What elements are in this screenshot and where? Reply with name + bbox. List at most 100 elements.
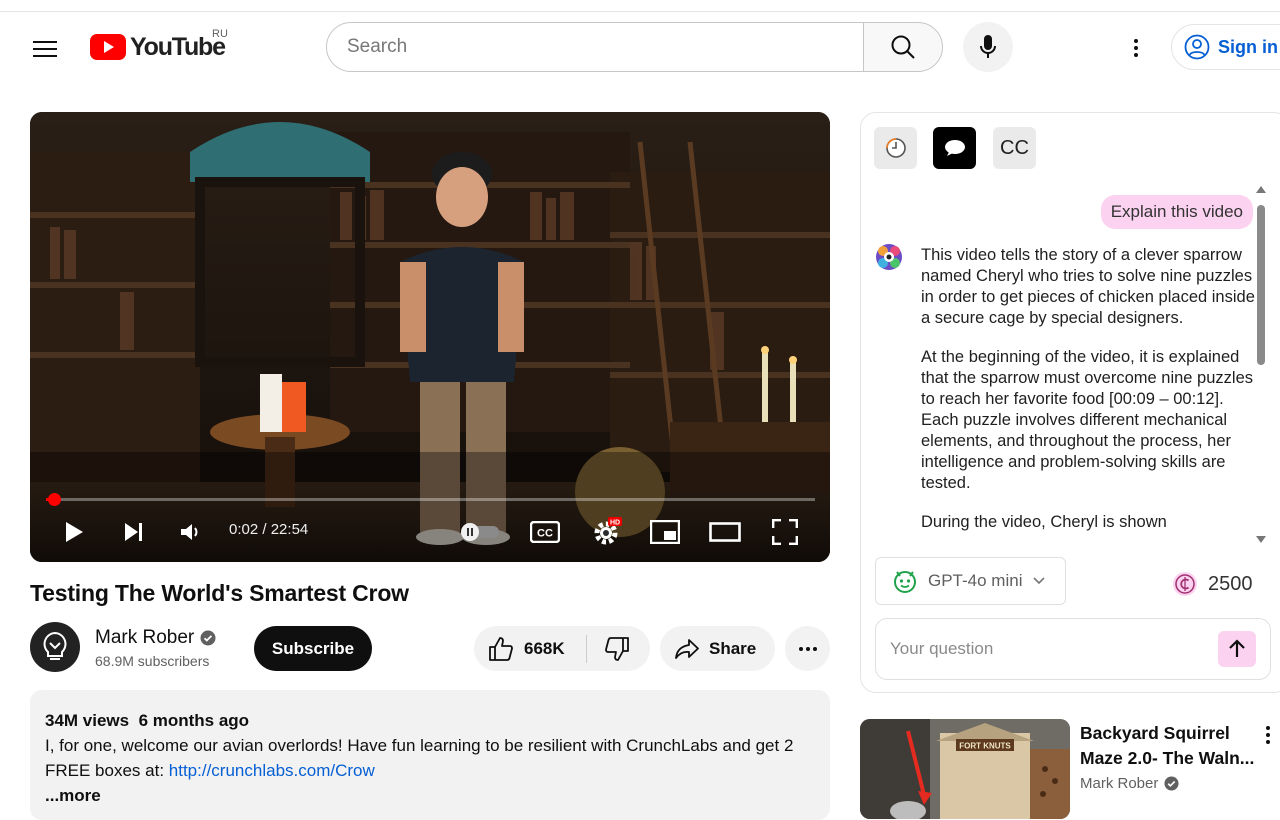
hamburger-line: [33, 55, 57, 57]
more-dot: [798, 646, 803, 651]
model-selector[interactable]: GPT-4o mini: [875, 557, 1066, 605]
channel-name-text: Mark Rober: [95, 627, 195, 648]
video-title: Testing The World's Smartest Crow: [30, 580, 409, 606]
captions-label: CC: [537, 528, 553, 540]
thumbs-up-icon: [489, 636, 513, 661]
kebab-dot: [1134, 46, 1138, 50]
tab-chat[interactable]: [933, 127, 976, 169]
search-box[interactable]: [326, 22, 864, 72]
hd-badge: HD: [610, 520, 620, 527]
arrow-up-icon: [1229, 639, 1245, 657]
like-count: 668K: [524, 638, 565, 658]
time-separator: /: [262, 521, 267, 538]
scroll-up-arrow: [1256, 186, 1266, 193]
verified-icon: [1164, 776, 1179, 791]
model-name: GPT-4o mini: [928, 571, 1023, 590]
channel-name[interactable]: Mark Rober: [95, 627, 216, 649]
question-input[interactable]: [890, 639, 1190, 659]
miniplayer-button[interactable]: [648, 516, 682, 548]
hamburger-line: [33, 41, 57, 43]
mute-button[interactable]: [174, 516, 206, 548]
top-border: [0, 0, 1280, 12]
channel-avatar[interactable]: [30, 622, 80, 672]
assistant-logo-icon: [876, 244, 902, 270]
logo-wordmark: YouTube: [130, 32, 226, 61]
description-box[interactable]: 34M views 6 months ago I, for one, welco…: [30, 690, 830, 820]
progress-scrubber[interactable]: [48, 493, 61, 506]
play-button[interactable]: [58, 516, 90, 548]
assistant-response: This video tells the story of a clever s…: [921, 245, 1261, 545]
thumbnail-sign-text: FORT KNUTS: [959, 742, 1011, 751]
response-paragraph: This video tells the story of a clever s…: [921, 246, 1255, 327]
kebab-dot: [1134, 39, 1138, 43]
theater-mode-button[interactable]: [708, 516, 742, 548]
response-paragraph: During the video, Cheryl is shown: [921, 513, 1167, 531]
view-count: 34M views: [45, 711, 130, 730]
current-time: 0:02: [229, 521, 259, 538]
recommended-title-line1[interactable]: Backyard Squirrel: [1080, 721, 1255, 746]
kebab-dot: [1266, 733, 1270, 737]
verified-icon: [200, 630, 216, 646]
expand-description[interactable]: ...more: [45, 783, 815, 808]
youtube-play-icon: [90, 34, 126, 60]
play-icon: [66, 522, 83, 542]
kebab-dot: [1266, 726, 1270, 730]
credits-value: 2500: [1208, 572, 1253, 595]
chat-scroll-thumb[interactable]: [1257, 205, 1265, 365]
time-display: 0:02 / 22:54: [229, 521, 308, 538]
search-input[interactable]: [347, 36, 863, 58]
voice-search-button[interactable]: [963, 22, 1013, 72]
recommended-channel-name: Mark Rober: [1080, 775, 1159, 792]
send-button[interactable]: [1218, 631, 1256, 667]
autoplay-toggle-icon: [461, 523, 499, 541]
clock-icon: [885, 138, 906, 158]
user-message: Explain this video: [1100, 195, 1253, 229]
scroll-down-arrow: [1256, 536, 1266, 543]
total-time: 22:54: [270, 521, 309, 538]
captions-icon: CC: [530, 521, 560, 543]
chevron-down-icon: [1033, 577, 1046, 585]
region-code: RU: [212, 28, 228, 40]
skip-next-icon: [125, 523, 142, 541]
volume-icon: [181, 524, 198, 540]
more-actions-button[interactable]: [785, 626, 830, 671]
settings-button[interactable]: HD: [590, 516, 624, 548]
recommended-channel[interactable]: Mark Rober: [1080, 775, 1179, 792]
autoplay-toggle[interactable]: [458, 516, 502, 548]
sign-in-button[interactable]: Sign in: [1171, 24, 1280, 70]
next-button[interactable]: [118, 516, 150, 548]
video-frame-image: [30, 112, 830, 562]
response-paragraph: At the beginning of the video, it is exp…: [921, 348, 1253, 492]
search-button[interactable]: [863, 22, 943, 72]
progress-bar[interactable]: [46, 493, 815, 506]
tab-captions[interactable]: CC: [993, 127, 1036, 169]
captions-button[interactable]: CC: [528, 516, 562, 548]
microphone-icon: [980, 35, 996, 58]
robot-face-icon: [894, 571, 916, 593]
youtube-logo[interactable]: YouTube: [90, 32, 226, 62]
dislike-button[interactable]: [587, 626, 647, 671]
share-button[interactable]: Share: [660, 626, 775, 671]
description-text: I, for one, welcome our avian overlords!…: [45, 733, 815, 783]
more-dot: [812, 646, 817, 651]
chat-bubble-icon: [944, 140, 965, 156]
sign-in-label: Sign in: [1218, 36, 1278, 57]
recommended-menu-button[interactable]: [1262, 722, 1274, 748]
hamburger-line: [33, 48, 57, 50]
subscriber-count: 68.9M subscribers: [95, 653, 210, 669]
tab-timestamps[interactable]: [874, 127, 917, 169]
upload-age: 6 months ago: [138, 711, 250, 730]
fullscreen-button[interactable]: [768, 516, 802, 548]
recommended-title-line2[interactable]: Maze 2.0- The Waln...: [1080, 746, 1255, 771]
share-icon: [675, 638, 699, 659]
video-player[interactable]: 0:02 / 22:54 CC HD: [30, 112, 830, 562]
description-link[interactable]: http://crunchlabs.com/Crow: [169, 761, 375, 780]
gear-icon: HD: [594, 517, 622, 545]
settings-menu-button[interactable]: [1122, 34, 1150, 62]
recommended-thumbnail[interactable]: FORT KNUTS: [860, 719, 1070, 819]
fullscreen-icon: [772, 519, 798, 545]
subscribe-button[interactable]: Subscribe: [254, 626, 372, 671]
coin-icon: [1173, 572, 1197, 596]
guide-menu-button[interactable]: [26, 30, 64, 68]
like-button[interactable]: 668K: [474, 626, 586, 671]
